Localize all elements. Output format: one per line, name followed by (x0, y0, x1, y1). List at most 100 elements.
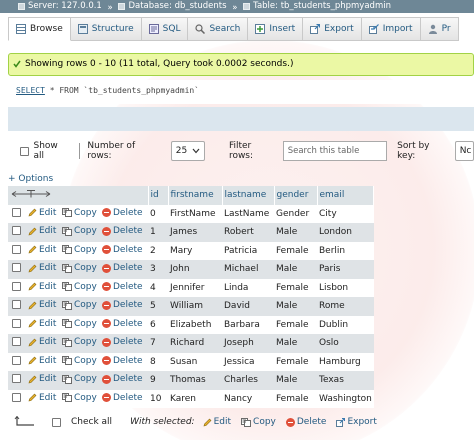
cell-email[interactable]: Rome (317, 297, 374, 316)
row-delete-button[interactable]: Delete (102, 208, 143, 218)
row-edit-button[interactable]: Edit (28, 374, 56, 384)
cell-id[interactable]: 0 (148, 204, 168, 223)
tab-import[interactable]: Import (361, 17, 421, 41)
cell-id[interactable]: 2 (148, 241, 168, 260)
cell-lastname[interactable]: Charles (222, 371, 274, 390)
cell-firstname[interactable]: Richard (168, 334, 222, 353)
cell-email[interactable]: London (317, 223, 374, 242)
row-delete-button[interactable]: Delete (102, 226, 143, 236)
row-copy-button[interactable]: Copy (62, 263, 97, 273)
cell-id[interactable]: 8 (148, 352, 168, 371)
cell-gender[interactable]: Male (274, 334, 317, 353)
cell-gender[interactable]: Female (274, 389, 317, 408)
sql-keyword[interactable]: SELECT (16, 86, 45, 95)
cell-gender[interactable]: Male (274, 223, 317, 242)
cell-id[interactable]: 9 (148, 371, 168, 390)
row-delete-button[interactable]: Delete (102, 263, 143, 273)
options-link[interactable]: + Options (8, 174, 53, 184)
cell-lastname[interactable]: Jessica (222, 352, 274, 371)
tab-sql[interactable]: SQL (141, 17, 189, 41)
cell-firstname[interactable]: Jennifer (168, 278, 222, 297)
table-row[interactable]: Edit Copy Delete 8 Susan Jessica Female Hamburg (8, 352, 374, 371)
row-edit-button[interactable]: Edit (28, 263, 56, 273)
cell-lastname[interactable]: Linda (222, 278, 274, 297)
cell-lastname[interactable]: Michael (222, 260, 274, 279)
cell-id[interactable]: 7 (148, 334, 168, 353)
cell-firstname[interactable]: FirstName (168, 204, 222, 223)
number-of-rows-select[interactable]: 25 (170, 141, 205, 161)
column-header-firstname[interactable]: firstname (168, 186, 223, 205)
row-delete-button[interactable]: Delete (102, 245, 143, 255)
tab-structure[interactable]: Structure (70, 17, 142, 41)
sort-by-key-select[interactable]: Nc (454, 141, 474, 161)
cell-firstname[interactable]: Karen (168, 389, 222, 408)
row-checkbox[interactable] (12, 374, 21, 384)
table-row[interactable]: Edit Copy Delete 10 Karen Nancy Female Washingt… (8, 389, 374, 408)
cell-lastname[interactable]: LastName (222, 204, 274, 223)
row-checkbox[interactable] (12, 337, 21, 347)
column-header-gender[interactable]: gender (274, 186, 318, 205)
cell-gender[interactable]: Gender (274, 204, 317, 223)
row-checkbox[interactable] (12, 263, 21, 273)
row-delete-button[interactable]: Delete (102, 337, 143, 347)
row-checkbox[interactable] (12, 355, 21, 365)
row-delete-button[interactable]: Delete (102, 393, 143, 403)
table-row[interactable]: Edit Copy Delete 1 James Robert Male London (8, 223, 374, 242)
column-header-lastname[interactable]: lastname (222, 186, 275, 205)
row-copy-button[interactable]: Copy (62, 226, 97, 236)
cell-id[interactable]: 3 (148, 260, 168, 279)
cell-id[interactable]: 1 (148, 223, 168, 242)
cell-firstname[interactable]: James (168, 223, 222, 242)
show-all-checkbox[interactable] (20, 146, 29, 156)
cell-id[interactable]: 5 (148, 297, 168, 316)
row-edit-button[interactable]: Edit (28, 208, 56, 218)
tab-privileges[interactable]: Pr (420, 17, 459, 41)
row-delete-button[interactable]: Delete (102, 374, 143, 384)
row-copy-button[interactable]: Copy (62, 337, 97, 347)
cell-email[interactable]: Dublin (317, 315, 374, 334)
cell-lastname[interactable]: Patricia (222, 241, 274, 260)
bulk-export-button[interactable]: Export (336, 417, 377, 427)
bulk-edit-button[interactable]: Edit (203, 417, 231, 427)
row-copy-button[interactable]: Copy (62, 374, 97, 384)
row-checkbox[interactable] (12, 318, 21, 328)
cell-email[interactable]: Texas (317, 371, 374, 390)
cell-email[interactable]: Oslo (317, 334, 374, 353)
bulk-copy-button[interactable]: Copy (241, 417, 276, 427)
table-row[interactable]: Edit Copy Delete 9 Thomas Charles Male Texas (8, 371, 374, 390)
row-delete-button[interactable]: Delete (102, 282, 143, 292)
tab-search[interactable]: Search (188, 17, 249, 41)
row-copy-button[interactable]: Copy (62, 208, 97, 218)
cell-gender[interactable]: Female (274, 315, 317, 334)
row-checkbox[interactable] (12, 226, 21, 236)
row-checkbox[interactable] (12, 281, 21, 291)
row-copy-button[interactable]: Copy (62, 282, 97, 292)
bulk-delete-button[interactable]: Delete (285, 417, 326, 427)
row-edit-button[interactable]: Edit (28, 282, 56, 292)
breadcrumb-server[interactable]: Server: 127.0.0.1 (18, 0, 102, 13)
cell-firstname[interactable]: John (168, 260, 222, 279)
filter-rows-input[interactable]: Search this table (282, 141, 388, 161)
cell-gender[interactable]: Male (274, 260, 317, 279)
row-checkbox[interactable] (12, 300, 21, 310)
tab-insert[interactable]: Insert (248, 17, 304, 41)
row-edit-button[interactable]: Edit (28, 245, 56, 255)
tab-export[interactable]: Export (303, 17, 362, 41)
row-edit-button[interactable]: Edit (28, 356, 56, 366)
table-row[interactable]: Edit Copy Delete 7 Richard Joseph Male Oslo (8, 334, 374, 353)
cell-firstname[interactable]: Thomas (168, 371, 222, 390)
row-delete-button[interactable]: Delete (102, 319, 143, 329)
table-row[interactable]: Edit Copy Delete 2 Mary Patricia Female Berlin (8, 241, 374, 260)
column-header-id[interactable]: id (148, 186, 169, 205)
row-copy-button[interactable]: Copy (62, 319, 97, 329)
row-edit-button[interactable]: Edit (28, 300, 56, 310)
row-checkbox[interactable] (12, 207, 21, 217)
cell-lastname[interactable]: David (222, 297, 274, 316)
cell-email[interactable]: Lisbon (317, 278, 374, 297)
row-copy-button[interactable]: Copy (62, 245, 97, 255)
row-edit-button[interactable]: Edit (28, 319, 56, 329)
cell-gender[interactable]: Female (274, 352, 317, 371)
table-row[interactable]: Edit Copy Delete 5 William David Male Rome (8, 297, 374, 316)
cell-id[interactable]: 10 (148, 389, 168, 408)
cell-gender[interactable]: Female (274, 241, 317, 260)
